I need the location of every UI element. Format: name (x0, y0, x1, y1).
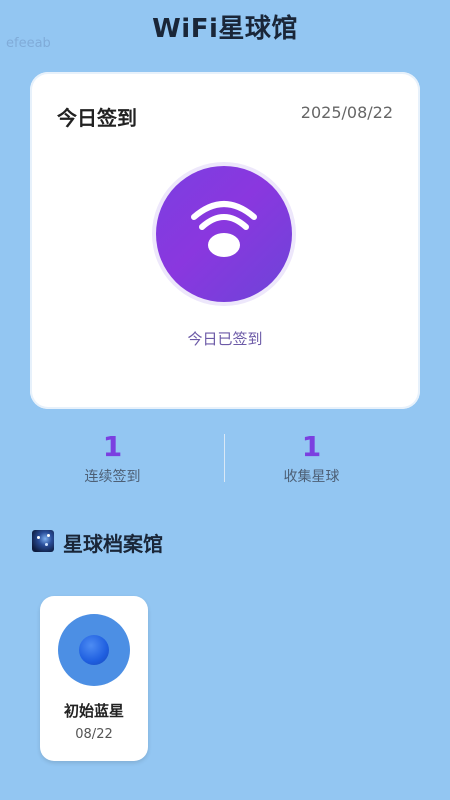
galaxy-icon (32, 530, 54, 552)
app-title: WiFi星球馆 (152, 14, 298, 44)
stat-value: 1 (102, 430, 123, 463)
stat-collected-planets: 1 收集星球 (199, 430, 424, 486)
planet-avatar (58, 614, 130, 686)
planet-card[interactable]: 初始蓝星 08/22 (40, 596, 148, 761)
planet-name: 初始蓝星 (63, 702, 124, 720)
planet-date: 08/22 (75, 727, 113, 742)
wifi-icon (191, 201, 257, 257)
stat-label: 收集星球 (283, 469, 340, 485)
checkin-button[interactable] (152, 162, 296, 306)
stat-value: 1 (301, 430, 322, 463)
planet-icon (79, 635, 109, 665)
daily-checkin-card: 今日签到 2025/08/22 今日已签到 (30, 72, 420, 409)
stat-label: 连续签到 (84, 469, 141, 485)
checkin-date: 2025/08/22 (300, 103, 393, 122)
checkin-title: 今日签到 (57, 106, 137, 130)
stats-divider (224, 434, 225, 482)
stat-consecutive-checkin: 1 连续签到 (0, 430, 225, 486)
archive-title: 星球档案馆 (63, 532, 163, 556)
watermark-text: efeeab (6, 36, 51, 51)
checkin-orb (156, 166, 292, 302)
stats-row: 1 连续签到 1 收集星球 (0, 430, 450, 490)
checkin-status: 今日已签到 (187, 330, 263, 348)
